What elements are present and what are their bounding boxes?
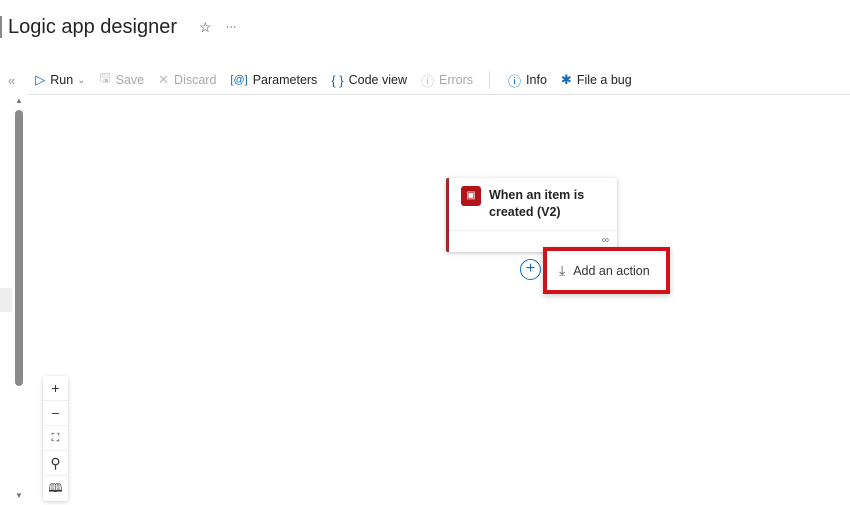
trigger-card[interactable]: ▣ When an item is created (V2) ∞ (446, 178, 617, 252)
parameters-icon: [@] (230, 74, 248, 86)
code-view-button[interactable]: { } Code view (331, 73, 407, 88)
play-icon: ▷ (35, 72, 46, 87)
parameters-button[interactable]: [@] Parameters (230, 73, 317, 87)
run-label: Run (50, 73, 74, 87)
discard-button[interactable]: ✕ Discard (158, 72, 216, 88)
bug-icon: ✱ (560, 72, 572, 87)
add-an-action-button[interactable]: ⤓ Add an action (543, 247, 670, 294)
chevron-down-icon: ⌄ (77, 74, 86, 86)
add-an-action-label: Add an action (573, 263, 650, 278)
file-a-bug-label: File a bug (576, 73, 632, 87)
scroll-up-icon[interactable]: ▲ (15, 96, 23, 105)
scroll-down-icon[interactable]: ▼ (15, 491, 23, 500)
toolbar-divider (489, 71, 491, 89)
title-edge (0, 16, 2, 38)
save-label: Save (115, 73, 145, 87)
scrollbar-thumb[interactable] (15, 110, 23, 386)
info-label: Info (526, 73, 547, 87)
info-button[interactable]: ⓘ Info (508, 71, 547, 90)
discard-icon: ✕ (158, 72, 170, 87)
more-options-icon[interactable]: ··· (226, 21, 237, 33)
page-title: Logic app designer (8, 15, 178, 38)
favorite-star-icon[interactable]: ☆ (199, 19, 212, 36)
insert-step-button[interactable]: + (520, 259, 541, 280)
zoom-controls: + − ⛶ ⚲ 🕮 (43, 376, 68, 501)
link-icon: ∞ (601, 235, 609, 246)
discard-label: Discard (174, 73, 217, 87)
toolbar-divider-line (28, 94, 850, 95)
code-view-label: Code view (348, 73, 407, 87)
info-icon: ⓘ (508, 73, 522, 89)
parameters-label: Parameters (252, 73, 318, 87)
file-a-bug-button[interactable]: ✱ File a bug (561, 72, 632, 88)
toolbar: « ▷ Run ⌄ 🖫 Save ✕ Discard [@] Parameters { }… (0, 66, 850, 94)
errors-label: Errors (439, 73, 474, 87)
side-panel-edge (0, 288, 12, 312)
fit-view-icon[interactable]: ⛶ (43, 426, 68, 451)
code-icon: { } (331, 72, 344, 88)
zoom-out-icon[interactable]: − (43, 401, 68, 426)
run-button[interactable]: ▷ Run ⌄ (35, 72, 85, 88)
sharepoint-icon: ▣ (461, 186, 481, 206)
collapse-panel-icon[interactable]: « (8, 73, 15, 88)
errors-button[interactable]: ⓘ Errors (421, 71, 473, 90)
errors-icon: ⓘ (420, 73, 434, 89)
vertical-scrollbar[interactable]: ▲ ▼ (13, 96, 25, 500)
add-action-icon: ⤓ (559, 262, 566, 278)
search-icon[interactable]: ⚲ (43, 451, 68, 476)
minimap-icon[interactable]: 🕮 (43, 476, 68, 501)
zoom-in-icon[interactable]: + (43, 376, 68, 401)
trigger-title: When an item is created (V2) (489, 188, 585, 219)
header: Logic app designer ☆ ··· (0, 10, 237, 44)
save-icon: 🖫 (99, 70, 111, 85)
save-button[interactable]: 🖫 Save (100, 69, 145, 91)
